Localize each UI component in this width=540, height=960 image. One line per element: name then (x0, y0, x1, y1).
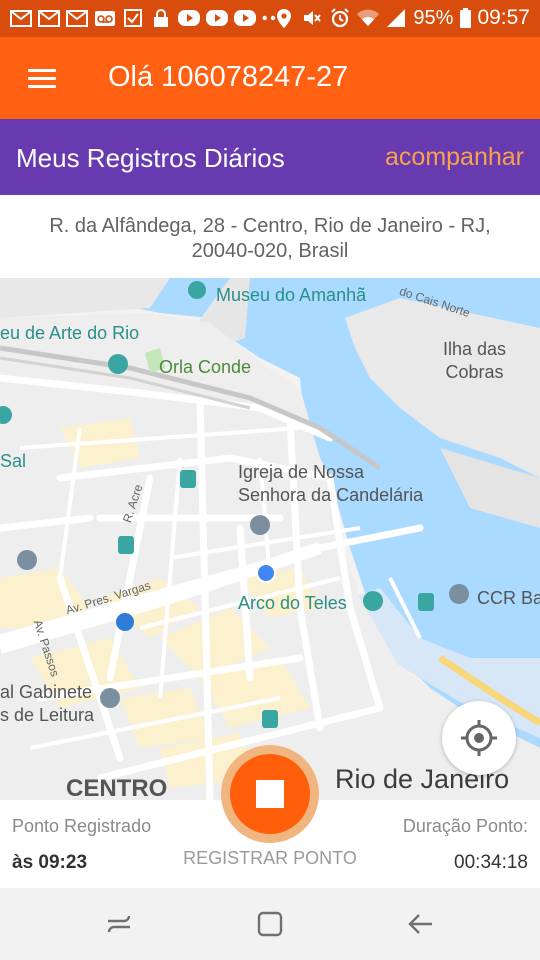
register-punch-label[interactable]: REGISTRAR PONTO (176, 848, 364, 869)
map-label-gabinete-line1: al Gabinete (0, 682, 93, 702)
map-label-igreja-line1: Igreja de Nossa (238, 462, 365, 482)
register-punch-button[interactable] (221, 745, 319, 843)
map-label-gabinete-line2: s de Leitura (0, 705, 95, 725)
map-label-igreja-line2: Senhora da Candelária (238, 485, 424, 505)
follow-link[interactable]: acompanhar (385, 143, 524, 172)
duration-label: Duração Ponto: (402, 816, 528, 836)
youtube-icon (178, 9, 200, 27)
clock: 09:57 (477, 6, 530, 29)
map-label-centro: CENTRO (66, 775, 168, 800)
lock-icon (150, 8, 172, 27)
fab-inner[interactable] (230, 754, 310, 834)
page-title: Meus Registros Diários (16, 143, 285, 173)
map-label-sal: Sal (0, 451, 27, 471)
signal-icon (385, 9, 407, 27)
navigation-bar (0, 888, 540, 960)
alarm-icon (329, 8, 351, 28)
map-label-museu-arte: eu de Arte do Rio (0, 323, 140, 343)
map-label-ilha-das-cobras: Ilha das Cobras (443, 338, 506, 384)
map-label-museu-amanha: Museu do Amanhã (216, 285, 367, 305)
notification-icons (10, 7, 284, 29)
map-label-ilha-line2: Cobras (445, 362, 504, 382)
wifi-icon (357, 9, 380, 27)
gmail-icon (66, 9, 88, 27)
map-label-ccr: CCR Ba (477, 588, 540, 608)
map-label-orla-conde: Orla Conde (159, 357, 252, 377)
gmail-icon (10, 9, 32, 27)
registered-label: Ponto Registrado (12, 816, 152, 836)
mute-icon (301, 9, 323, 27)
map-label-gabinete-leitura: al Gabinete s de Leitura (0, 681, 94, 727)
task-check-icon (122, 9, 144, 27)
my-location-icon[interactable] (442, 701, 516, 775)
location-icon (273, 8, 295, 28)
map-label-igreja-candelaria: Igreja de Nossa Senhora da Candelária (238, 461, 423, 507)
gmail-icon (38, 9, 60, 27)
battery-percentage: 95% (413, 6, 454, 29)
stop-icon (256, 780, 284, 808)
app-bar: Olá 106078247-27 (0, 37, 540, 119)
map-label-ilha-line1: Ilha das (443, 339, 507, 359)
status-bar: 95% 09:57 (0, 0, 540, 37)
hamburger-menu-icon[interactable] (24, 63, 60, 93)
voicemail-icon (94, 9, 116, 27)
address-line-2: 20040-020, Brasil (191, 240, 349, 262)
map-label-arco-teles: Arco do Teles (238, 593, 347, 613)
youtube-icon (206, 9, 228, 27)
home-icon[interactable] (250, 906, 290, 942)
registered-time: às 09:23 (12, 852, 88, 873)
back-icon[interactable] (401, 906, 441, 942)
battery-icon (459, 8, 471, 28)
duration-value: 00:34:18 (454, 852, 528, 873)
recent-apps-icon[interactable] (99, 906, 139, 942)
subheader-bar: Meus Registros Diários acompanhar (0, 119, 540, 195)
current-address: R. da Alfândega, 28 - Centro, Rio de Jan… (0, 195, 540, 278)
youtube-icon (234, 9, 256, 27)
greeting-title: Olá 106078247-27 (108, 61, 349, 93)
address-line-1: R. da Alfândega, 28 - Centro, Rio de Jan… (49, 215, 491, 237)
system-icons: 95% 09:57 (273, 5, 530, 31)
